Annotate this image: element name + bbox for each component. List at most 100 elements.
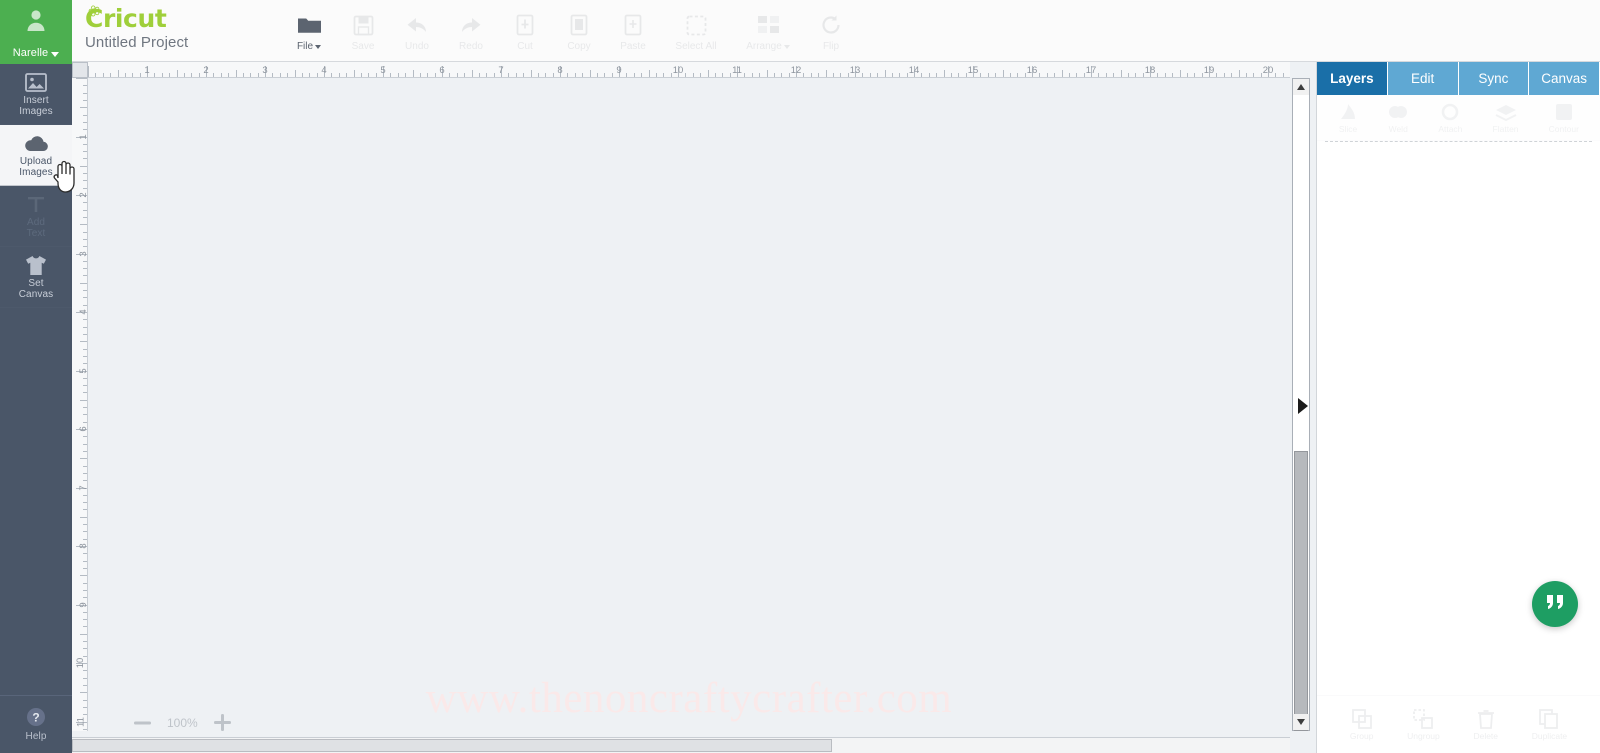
chevron-down-icon bbox=[315, 44, 322, 49]
ruler-tick bbox=[83, 502, 87, 504]
horizontal-scroll-thumb[interactable] bbox=[72, 739, 832, 752]
top-toolbar: ❀ Cricut Untitled Project File Save Undo… bbox=[72, 0, 1600, 62]
tab-layers[interactable]: Layers bbox=[1317, 62, 1388, 95]
ruler-tick bbox=[958, 73, 960, 77]
sidebar-item-insert-images[interactable]: Insert Images bbox=[0, 64, 72, 125]
design-canvas[interactable]: www.thenoncraftycrafter.com bbox=[88, 78, 1290, 731]
chat-support-button[interactable] bbox=[1532, 581, 1578, 627]
ruler-tick bbox=[729, 73, 731, 77]
ruler-tick bbox=[83, 472, 87, 474]
delete-label: Delete bbox=[1473, 730, 1499, 741]
scroll-down-button[interactable] bbox=[1293, 714, 1309, 730]
zoom-level-label: 100% bbox=[167, 715, 198, 730]
ruler-tick bbox=[1135, 73, 1137, 77]
toolbar-file-button[interactable]: File bbox=[282, 0, 336, 61]
user-account-button[interactable]: Narelle bbox=[0, 0, 72, 64]
ruler-tick bbox=[670, 73, 672, 77]
ruler-tick bbox=[1068, 73, 1070, 77]
ruler-tick bbox=[83, 143, 87, 145]
toolbar-flip-button[interactable]: Flip bbox=[804, 0, 858, 61]
toolbar-redo-button[interactable]: Redo bbox=[444, 0, 498, 61]
weld-button[interactable]: Weld bbox=[1388, 102, 1408, 134]
toolbar-copy-button[interactable]: Copy bbox=[552, 0, 606, 61]
contour-button[interactable]: Contour bbox=[1549, 102, 1579, 134]
group-button[interactable]: Group bbox=[1350, 708, 1373, 741]
toolbar-save-button[interactable]: Save bbox=[336, 0, 390, 61]
delete-button[interactable]: Delete bbox=[1473, 709, 1498, 741]
ruler-tick bbox=[626, 73, 628, 77]
duplicate-icon bbox=[1539, 708, 1559, 729]
ruler-tick bbox=[1105, 73, 1107, 77]
toolbar-paste-button[interactable]: Paste bbox=[606, 0, 660, 61]
ruler-tick bbox=[1017, 73, 1019, 77]
tab-canvas[interactable]: Canvas bbox=[1529, 62, 1600, 95]
sidebar-label-line1: Upload bbox=[19, 156, 53, 167]
ungroup-button[interactable]: Ungroup bbox=[1407, 708, 1440, 741]
scroll-up-button[interactable] bbox=[1293, 79, 1309, 95]
zoom-in-button[interactable] bbox=[213, 714, 231, 731]
ruler-tick bbox=[368, 73, 370, 77]
attach-button[interactable]: Attach bbox=[1438, 102, 1462, 134]
ruler-tick bbox=[80, 165, 87, 167]
right-panel: Layers Edit Sync Canvas Slice Weld Attac… bbox=[1316, 62, 1600, 753]
redo-arrow-icon bbox=[459, 12, 483, 38]
sidebar-item-upload-images[interactable]: Upload Images bbox=[0, 125, 72, 186]
image-icon bbox=[25, 71, 47, 93]
tshirt-icon bbox=[24, 254, 48, 276]
ruler-tick bbox=[83, 355, 87, 357]
zoom-out-button[interactable] bbox=[134, 720, 151, 726]
ruler-number: 6 bbox=[77, 426, 88, 432]
panel-collapse-handle[interactable] bbox=[1298, 398, 1310, 414]
chevron-down-icon bbox=[783, 44, 790, 49]
vertical-ruler[interactable]: 1 2 3 4 5 6 7 8 9 10 11 bbox=[72, 78, 88, 731]
ruler-number: 11 bbox=[75, 716, 87, 727]
ruler-tick bbox=[1054, 73, 1056, 77]
ruler-tick bbox=[176, 70, 178, 77]
ruler-tick bbox=[83, 151, 87, 153]
tab-edit[interactable]: Edit bbox=[1387, 62, 1459, 95]
ruler-tick bbox=[83, 414, 87, 416]
ruler-tick bbox=[405, 73, 407, 77]
sidebar-item-help[interactable]: ? Help bbox=[0, 695, 72, 753]
duplicate-button[interactable]: Duplicate bbox=[1532, 708, 1567, 741]
ruler-tick bbox=[83, 677, 87, 679]
ruler-number: 13 bbox=[849, 65, 861, 76]
tab-sync[interactable]: Sync bbox=[1458, 62, 1530, 95]
toolbar-undo-button[interactable]: Undo bbox=[390, 0, 444, 61]
ruler-tick bbox=[83, 121, 87, 123]
slice-button[interactable]: Slice bbox=[1338, 102, 1358, 134]
user-name-text: Narelle bbox=[12, 47, 49, 59]
ruler-tick bbox=[1275, 73, 1277, 77]
sidebar-item-add-text[interactable]: Add Text bbox=[0, 186, 72, 247]
toolbar-select-all-button[interactable]: Select All bbox=[660, 0, 732, 61]
ruler-tick bbox=[427, 73, 429, 77]
panel-tab-bar: Layers Edit Sync Canvas bbox=[1317, 62, 1600, 95]
vertical-scroll-thumb[interactable] bbox=[1294, 451, 1308, 731]
ruler-tick bbox=[83, 209, 87, 211]
sidebar-item-label: Insert Images bbox=[19, 95, 52, 117]
ruler-tick bbox=[83, 99, 87, 101]
ruler-tick bbox=[83, 114, 87, 116]
ruler-tick bbox=[80, 516, 87, 518]
toolbar-arrange-button[interactable]: Arrange bbox=[732, 0, 804, 61]
ruler-tick bbox=[83, 385, 87, 387]
canvas-horizontal-scrollbar[interactable] bbox=[72, 737, 1290, 753]
horizontal-ruler[interactable]: 1 2 3 4 5 6 7 8 9 10 11 12 13 14 15 16 17 18 19 20 bbox=[88, 62, 1290, 78]
ruler-tick bbox=[83, 531, 87, 533]
ruler-tick bbox=[346, 73, 348, 77]
ruler-tick bbox=[88, 66, 89, 77]
ruler-tick bbox=[1009, 73, 1011, 77]
ruler-tick bbox=[1076, 73, 1078, 77]
ruler-tick bbox=[722, 73, 724, 77]
flatten-button[interactable]: Flatten bbox=[1493, 102, 1519, 134]
ruler-corner-box[interactable] bbox=[72, 62, 88, 78]
ruler-tick bbox=[1046, 73, 1048, 77]
ruler-number: 20 bbox=[1262, 65, 1274, 76]
project-title[interactable]: Untitled Project bbox=[85, 34, 188, 51]
toolbar-cut-button[interactable]: Cut bbox=[498, 0, 552, 61]
left-sidebar: Narelle Insert Images Upload Images Add … bbox=[0, 0, 72, 753]
ruler-number: 3 bbox=[262, 65, 268, 76]
ruler-tick bbox=[1061, 70, 1063, 77]
ruler-tick bbox=[449, 73, 451, 77]
sidebar-item-set-canvas[interactable]: Set Canvas bbox=[0, 247, 72, 308]
